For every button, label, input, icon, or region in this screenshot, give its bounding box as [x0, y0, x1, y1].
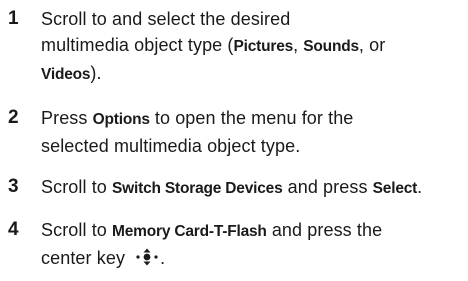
step-text-segment: and press the	[266, 220, 383, 240]
step-text: Press Options to open the menu for the s…	[41, 105, 466, 159]
step-text: Scroll to Memory Card-T-Flash and press …	[41, 217, 466, 271]
step-text-segment: and press	[282, 177, 373, 197]
step-text-segment: ).	[90, 63, 102, 83]
keyword-videos: Videos	[41, 66, 91, 83]
center-nav-key-icon	[134, 247, 160, 267]
step-text-segment: selected multimedia object type.	[41, 136, 301, 156]
step-text-segment: Scroll to	[41, 220, 113, 240]
step-number: 3	[8, 176, 19, 197]
keyword-options: Options	[92, 111, 150, 128]
keyword-pictures: Pictures	[233, 38, 294, 55]
keyword-sounds: Sounds	[303, 38, 359, 55]
step-text-segment: to open the menu for the	[149, 108, 354, 128]
step-number: 1	[8, 8, 19, 29]
step-text: Scroll to Switch Storage Devices and pre…	[41, 174, 466, 202]
step-text-segment: .	[160, 248, 166, 268]
step-number: 4	[8, 219, 19, 240]
keyword-switch-storage-devices: Switch Storage Devices	[112, 180, 283, 197]
step-text-segment: Scroll to and select the desired	[41, 9, 291, 29]
step-text-segment: Press	[41, 108, 93, 128]
step-text-segment: ,	[293, 35, 304, 55]
step-text-segment: multimedia object type (	[41, 35, 234, 55]
step-text-segment: Scroll to	[41, 177, 113, 197]
step-text-segment: .	[417, 177, 423, 197]
keyword-select: Select	[372, 180, 418, 197]
step-text: Scroll to and select the desired multime…	[41, 6, 466, 88]
keyword-memory-card-t-flash: Memory Card-T-Flash	[112, 223, 267, 240]
step-text-segment: center key	[41, 248, 131, 268]
step-text-segment: , or	[358, 35, 386, 55]
step-number: 2	[8, 107, 19, 128]
